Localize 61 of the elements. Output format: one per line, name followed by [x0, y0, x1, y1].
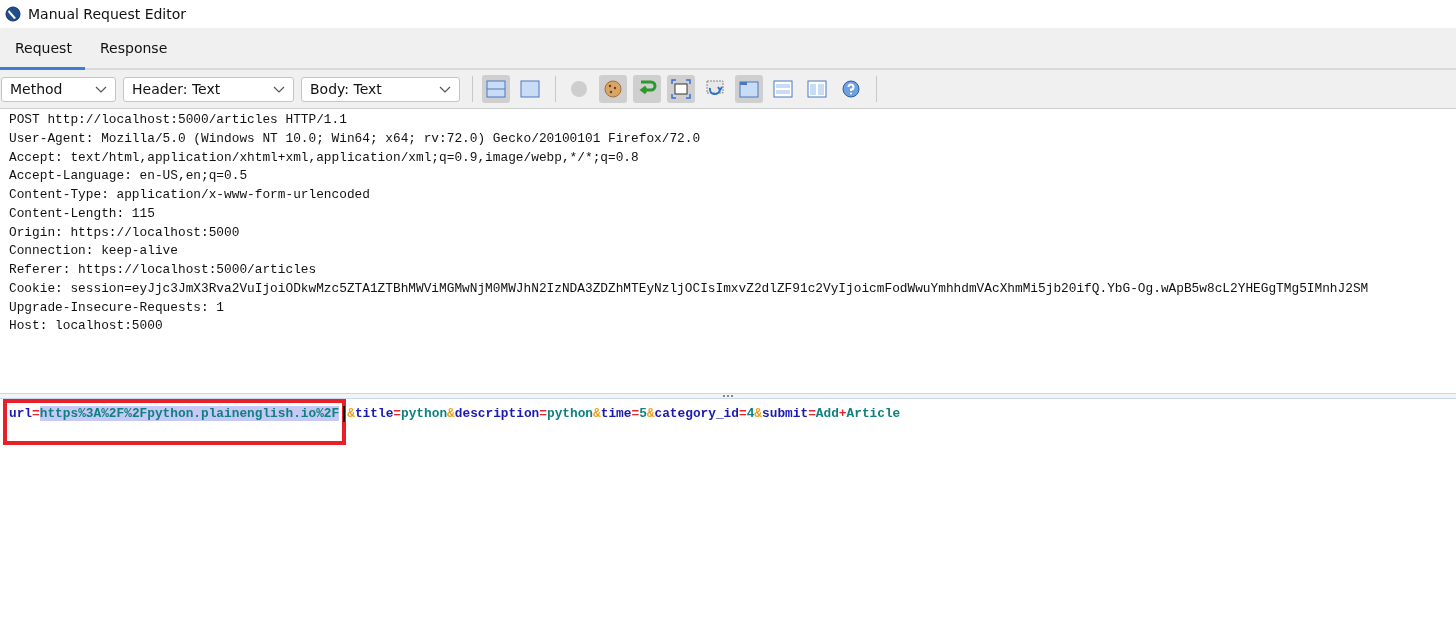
param-key: url — [9, 406, 33, 421]
dropdown[interactable]: Body: Text — [301, 76, 460, 102]
param-value: python — [546, 406, 594, 421]
tab[interactable]: Response — [85, 28, 183, 70]
param-value: 5 — [639, 406, 647, 421]
app-logo-icon — [5, 6, 21, 22]
param-operator: = — [808, 406, 816, 421]
param-separator: & — [754, 406, 763, 421]
header-line: Content-Length: 115 — [9, 204, 156, 223]
param-operator: = — [32, 406, 40, 421]
param-separator: & — [593, 406, 601, 421]
cookie-button[interactable] — [599, 75, 627, 103]
request-body-editor[interactable]: url=https%3A%2F%2Fpython.plainenglish.io%2F &title=python&description=python&time=5&category_id=4&submit=Add+Article — [0, 399, 1456, 637]
chevron-down-icon — [95, 85, 107, 93]
header-line: Upgrade-Insecure-Requests: 1 — [9, 298, 226, 317]
header-line: Accept: text/html,application/xhtml+xml,application/xml;q=0.9,image/webp,*/*;q=0.8 — [9, 148, 640, 167]
dropdown[interactable]: Method — [1, 76, 116, 102]
param-operator: = — [393, 406, 401, 421]
header-line: Connection: keep-alive — [9, 242, 179, 261]
fullscreen-button[interactable] — [667, 75, 695, 103]
single-panel-icon — [519, 78, 541, 100]
split-horizontal-icon — [485, 78, 507, 100]
chevron-down-icon — [273, 85, 285, 93]
header-line: Origin: https://localhost:5000 — [9, 223, 241, 242]
param-operator: = — [539, 406, 547, 421]
param-value: Add — [815, 406, 839, 421]
window-title: Manual Request Editor — [28, 6, 187, 22]
help-icon — [840, 78, 862, 100]
param-value: 4 — [746, 406, 755, 421]
split-horizontal-button[interactable] — [482, 75, 510, 103]
param-value: Article — [846, 406, 901, 421]
param-separator: & — [347, 406, 355, 421]
tabbed-window-button[interactable] — [735, 75, 763, 103]
header-line: User-Agent: Mozilla/5.0 (Windows NT 10.0; Win64; x64; rv:72.0) Gecko/20100101 Firefox/72.0 — [9, 129, 702, 148]
param-key: submit — [762, 406, 809, 421]
param-operator: = — [631, 406, 640, 421]
param-separator: & — [447, 406, 455, 421]
param-separator: & — [646, 406, 655, 421]
dropdown[interactable]: Header: Text — [123, 76, 294, 102]
cookie-icon — [602, 78, 624, 100]
fullscreen-icon — [670, 78, 692, 100]
header-line: Accept-Language: en-US,en;q=0.5 — [9, 167, 249, 186]
header-line: Content-Type: application/x-www-form-urlencoded — [9, 186, 371, 204]
header-line: Referer: https://localhost:5000/articles — [9, 261, 318, 279]
param-value: https%3A%2F%2Fpython.plainenglish.io%2F — [39, 406, 340, 421]
param-operator: + — [838, 406, 847, 421]
param-key: category_id — [654, 406, 739, 421]
param-value: python — [401, 406, 448, 421]
header-line: Cookie: session=eyJjc3JmX3Rva2VuIjoiODkwMzc5ZTA1ZTBhMWViMGMwNjM0MWJhN2IzNDA3ZDZhMTEyNzljOCIsImxvZ2dlZF91c2VyIjoicmFodWwuYmhhdmVAcXhmMi5jb20ifQ.YbG-Og.wApB5w8cL2YHEGgTMg5IMnhJ2SM — [9, 279, 1370, 298]
header-line: POST http://localhost:5000/articles HTTP/1.1 — [9, 111, 348, 129]
text-cursor — [343, 406, 346, 422]
follow-redirect-button[interactable] — [633, 75, 661, 103]
tabbed-window-icon — [738, 78, 760, 100]
rows-layout-icon — [772, 78, 794, 100]
chevron-down-icon — [439, 85, 451, 93]
columns-layout-icon — [806, 78, 828, 100]
param-key: title — [354, 406, 394, 421]
param-key: time — [600, 406, 632, 421]
param-operator: = — [739, 406, 747, 421]
param-key: description — [454, 406, 540, 421]
header-line: Host: localhost:5000 — [9, 317, 164, 336]
